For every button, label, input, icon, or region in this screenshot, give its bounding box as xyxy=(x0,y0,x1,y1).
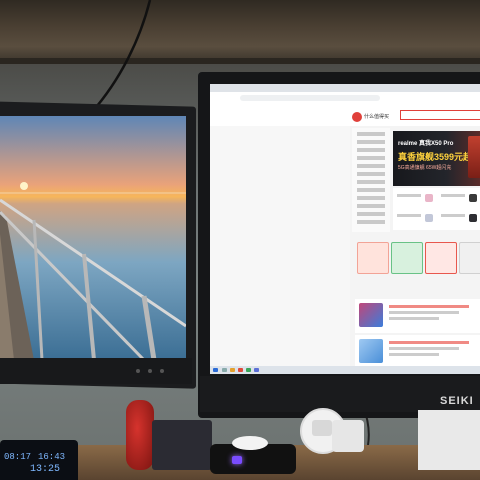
item-desc xyxy=(389,311,459,314)
category-item[interactable] xyxy=(357,196,385,200)
banner-title: realme 真我X50 Pro xyxy=(398,141,454,147)
category-item[interactable] xyxy=(357,140,385,144)
banner-price: 真香旗舰3599元起 xyxy=(398,152,473,162)
smart-puck xyxy=(232,436,268,450)
category-item[interactable] xyxy=(357,180,385,184)
promo-tile[interactable] xyxy=(395,190,437,208)
promo-tile[interactable] xyxy=(439,210,480,228)
product-thumbnail xyxy=(469,194,477,202)
taskbar-app-icon[interactable] xyxy=(222,368,227,372)
tile-text xyxy=(397,214,421,217)
power-hub xyxy=(332,420,364,452)
pen-holder xyxy=(152,420,212,470)
item-meta xyxy=(389,317,439,320)
url-field[interactable] xyxy=(240,95,380,101)
product-thumbnail xyxy=(425,214,433,222)
category-item[interactable] xyxy=(357,204,385,208)
taskbar-app-icon[interactable] xyxy=(254,368,259,372)
right-monitor-chin xyxy=(200,376,480,412)
tile-text xyxy=(397,194,421,197)
right-monitor-screen: 什么值得买 realme 真我X50 Pro 真香旗舰3599元起 5G高通旗舰… xyxy=(210,84,480,374)
speaker-led xyxy=(232,456,242,464)
red-bottle xyxy=(126,400,154,470)
tile-text xyxy=(441,214,465,217)
banner-subtitle: 5G高通旗舰 65W超闪充 xyxy=(398,165,452,171)
taskbar-app-icon[interactable] xyxy=(238,368,243,372)
product-thumbnail xyxy=(359,303,383,327)
category-item[interactable] xyxy=(357,188,385,192)
site-logo-text[interactable]: 什么值得买 xyxy=(364,113,389,120)
item-title xyxy=(389,305,469,308)
category-item[interactable] xyxy=(357,164,385,168)
clock-big-digits: 13:25 xyxy=(30,464,61,475)
item-meta xyxy=(389,353,439,356)
list-item[interactable] xyxy=(355,335,480,369)
phone-icon xyxy=(468,136,480,178)
taskbar xyxy=(210,366,480,374)
search-input[interactable] xyxy=(400,110,480,120)
left-monitor-bezel xyxy=(0,358,192,384)
product-thumbnail xyxy=(359,339,383,363)
promo-tile[interactable] xyxy=(439,190,480,208)
monitor-brand-logo: SEIKI xyxy=(440,395,474,407)
taskbar-app-icon[interactable] xyxy=(230,368,235,372)
promo-grid xyxy=(393,188,480,230)
deal-card[interactable] xyxy=(459,242,480,274)
promo-tile[interactable] xyxy=(395,210,437,228)
category-item[interactable] xyxy=(357,132,385,136)
monitor-stand xyxy=(418,410,480,470)
deal-row xyxy=(355,242,480,280)
deal-card[interactable] xyxy=(357,242,389,274)
category-item[interactable] xyxy=(357,148,385,152)
blank-panel xyxy=(210,126,350,374)
category-item[interactable] xyxy=(357,212,385,216)
browser-tab-bar[interactable] xyxy=(210,84,480,92)
category-item[interactable] xyxy=(357,156,385,160)
start-icon[interactable] xyxy=(213,368,218,372)
deal-card[interactable] xyxy=(425,242,457,274)
category-list xyxy=(352,128,390,232)
site-logo-icon[interactable] xyxy=(352,112,362,122)
hygrometer-display xyxy=(312,420,332,436)
left-monitor-wallpaper xyxy=(0,116,186,360)
item-title xyxy=(389,341,469,344)
tile-text xyxy=(441,194,465,197)
menu-button[interactable] xyxy=(148,369,152,373)
clock-time: 08:17 xyxy=(4,452,32,462)
category-item[interactable] xyxy=(357,172,385,176)
menu-button[interactable] xyxy=(136,369,140,373)
clock-value: 16:43 xyxy=(38,452,66,462)
product-thumbnail xyxy=(469,214,477,222)
item-desc xyxy=(389,347,459,350)
taskbar-app-icon[interactable] xyxy=(246,368,251,372)
deal-card[interactable] xyxy=(391,242,423,274)
power-led[interactable] xyxy=(160,369,164,373)
category-item[interactable] xyxy=(357,220,385,224)
product-thumbnail xyxy=(425,194,433,202)
list-item[interactable] xyxy=(355,299,480,333)
